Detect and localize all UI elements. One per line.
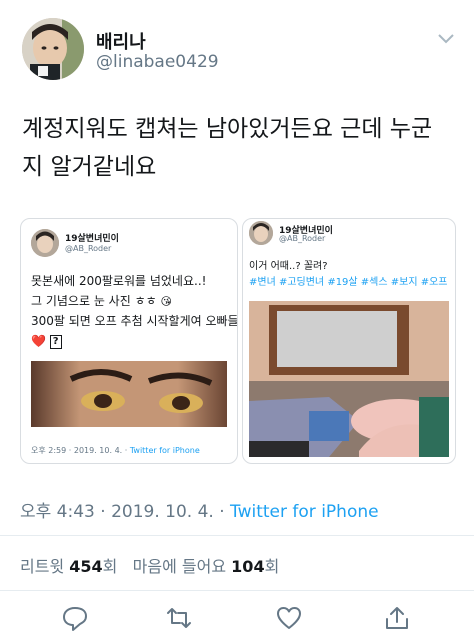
tweet-text: 계정지워도 캡쳐는 남아있거든요 근데 누군지 알거같네요: [22, 116, 433, 180]
avatar[interactable]: [22, 18, 84, 80]
embedded-text-line1: 못본새에 200팔로워를 넘었네요..!: [31, 274, 207, 288]
reply-icon[interactable]: [62, 605, 88, 631]
embedded-avatar: [31, 229, 59, 257]
like-count[interactable]: 104: [231, 557, 264, 576]
embedded-text-line3: 300팔 되면 오프 추첨 시작할게여 오빠들: [31, 314, 238, 328]
embedded-text-line4: ❤️ ?: [31, 331, 62, 351]
embedded-avatar: [249, 221, 273, 245]
embedded-name: 19살변녀민이: [65, 234, 119, 244]
retweet-icon[interactable]: [166, 605, 192, 631]
embedded-text-line2: 그 기념으로 눈 사진 ㅎㅎ 😘: [31, 294, 172, 308]
embedded-photo-eyes: [31, 361, 227, 427]
chevron-down-icon[interactable]: [438, 34, 454, 44]
display-name[interactable]: 배리나: [96, 28, 146, 54]
embedded-footer: 오후 2:59 · 2019. 10. 4. · Twitter for iPh…: [31, 446, 200, 455]
question-box-icon: ?: [49, 334, 62, 349]
divider: [0, 590, 474, 591]
embedded-handle: @AB_Roder: [279, 234, 326, 243]
retweet-count[interactable]: 454: [69, 557, 102, 576]
embedded-screenshot-right[interactable]: 19살변녀민이 @AB_Roder 이거 어때..? 꼴려? #변녀 #고딩변녀…: [242, 218, 456, 464]
embedded-hashtags: #변녀 #고딩변녀 #19살 #섹스 #보지 #오프: [249, 277, 448, 288]
heart-emoji-icon: ❤️: [31, 334, 46, 348]
embedded-photo-room: [249, 301, 449, 457]
share-icon[interactable]: [384, 605, 410, 631]
user-handle[interactable]: @linabae0429: [96, 52, 219, 72]
source-link[interactable]: Twitter for iPhone: [230, 502, 379, 522]
like-icon[interactable]: [276, 605, 302, 631]
divider: [0, 535, 474, 536]
embedded-handle: @AB_Roder: [65, 244, 112, 253]
tweet-stats: 리트윗 454회 마음에 들어요 104회: [20, 557, 280, 576]
tweet-timestamp: 오후 4:43 · 2019. 10. 4. · Twitter for iPh…: [20, 502, 379, 522]
avatar-image: [22, 18, 84, 80]
embedded-screenshot-left[interactable]: 19살변녀민이 @AB_Roder 못본새에 200팔로워를 넘었네요..! 그…: [20, 218, 238, 464]
